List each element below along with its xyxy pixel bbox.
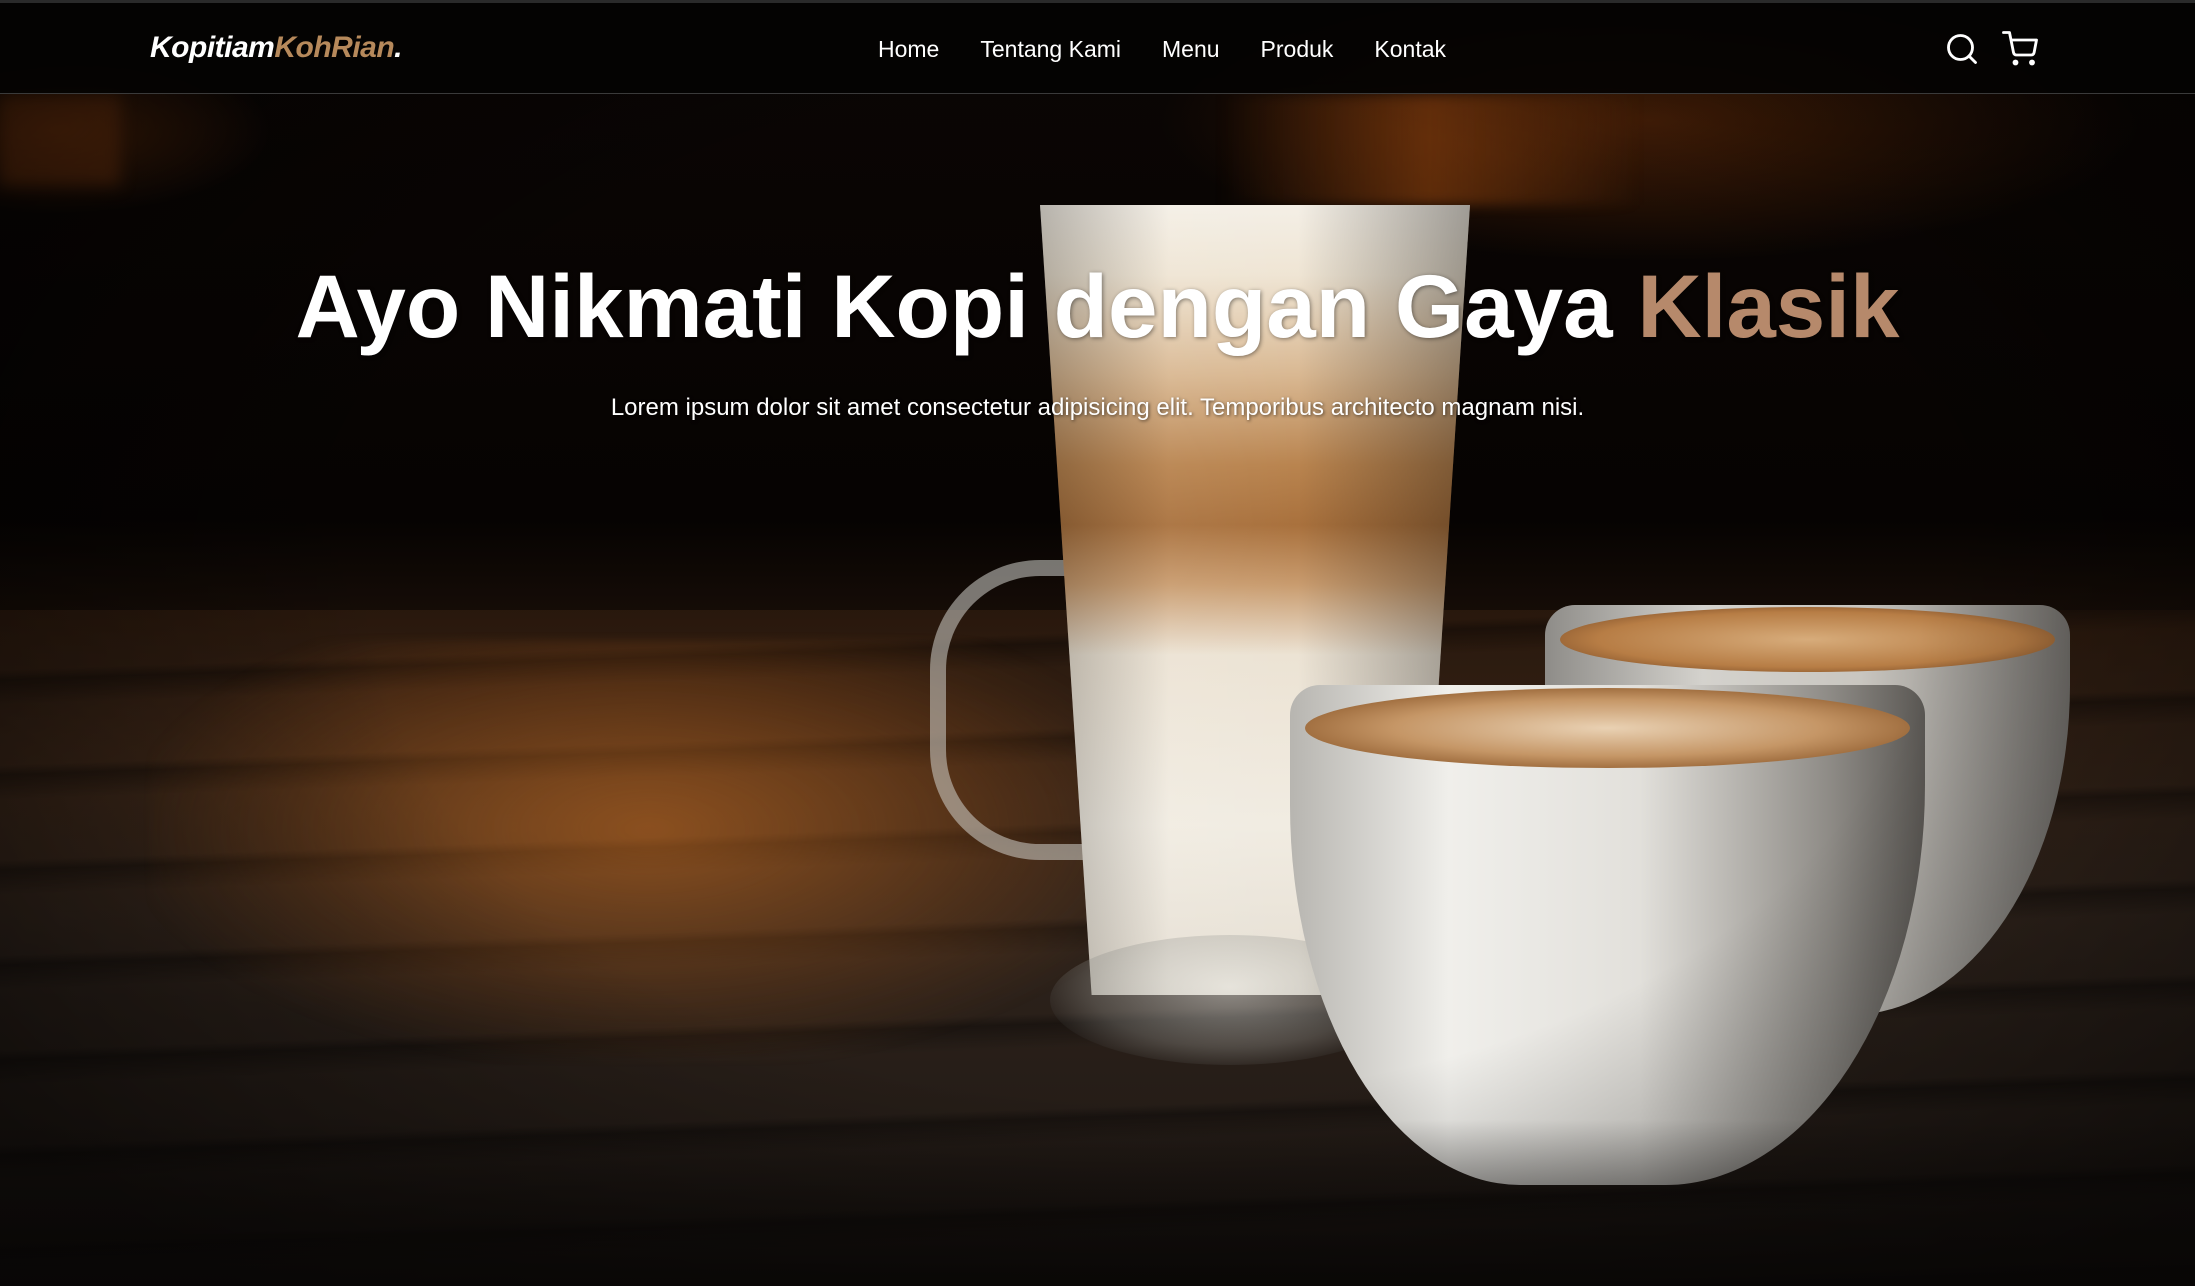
page: KopitiamKohRian. Home Tentang Kami Menu … xyxy=(0,0,2195,1286)
navbar: KopitiamKohRian. Home Tentang Kami Menu … xyxy=(0,0,2195,94)
nav-link-produk[interactable]: Produk xyxy=(1261,36,1334,63)
hero-background-image xyxy=(0,0,2195,1286)
logo-dot: . xyxy=(394,31,403,64)
logo-text-primary: Kopitiam xyxy=(150,31,275,64)
shopping-cart-icon xyxy=(2002,31,2038,66)
search-icon xyxy=(1947,34,1977,64)
hero-title: Ayo Nikmati Kopi dengan Gaya Klasik xyxy=(0,255,2195,358)
nav-link-home[interactable]: Home xyxy=(878,36,939,63)
bottom-fade xyxy=(0,1120,2195,1286)
hero-title-main: Ayo Nikmati Kopi dengan Gaya xyxy=(295,256,1638,356)
hero-title-accent: Klasik xyxy=(1637,256,1900,356)
nav-icons xyxy=(1944,31,2038,67)
nav-links: Home Tentang Kami Menu Produk Kontak xyxy=(878,36,1446,63)
brand-logo[interactable]: KopitiamKohRian. xyxy=(150,31,403,65)
nav-link-tentang-kami[interactable]: Tentang Kami xyxy=(980,36,1121,63)
hero-section: Ayo Nikmati Kopi dengan Gaya Klasik Lore… xyxy=(0,255,2195,422)
cart-button[interactable] xyxy=(2002,31,2038,67)
nav-link-menu[interactable]: Menu xyxy=(1162,36,1220,63)
nav-link-kontak[interactable]: Kontak xyxy=(1374,36,1446,63)
search-button[interactable] xyxy=(1944,31,1980,67)
hero-subtitle: Lorem ipsum dolor sit amet consectetur a… xyxy=(610,394,1585,421)
logo-text-accent: KohRian xyxy=(274,31,395,64)
vignette xyxy=(0,0,2195,1286)
